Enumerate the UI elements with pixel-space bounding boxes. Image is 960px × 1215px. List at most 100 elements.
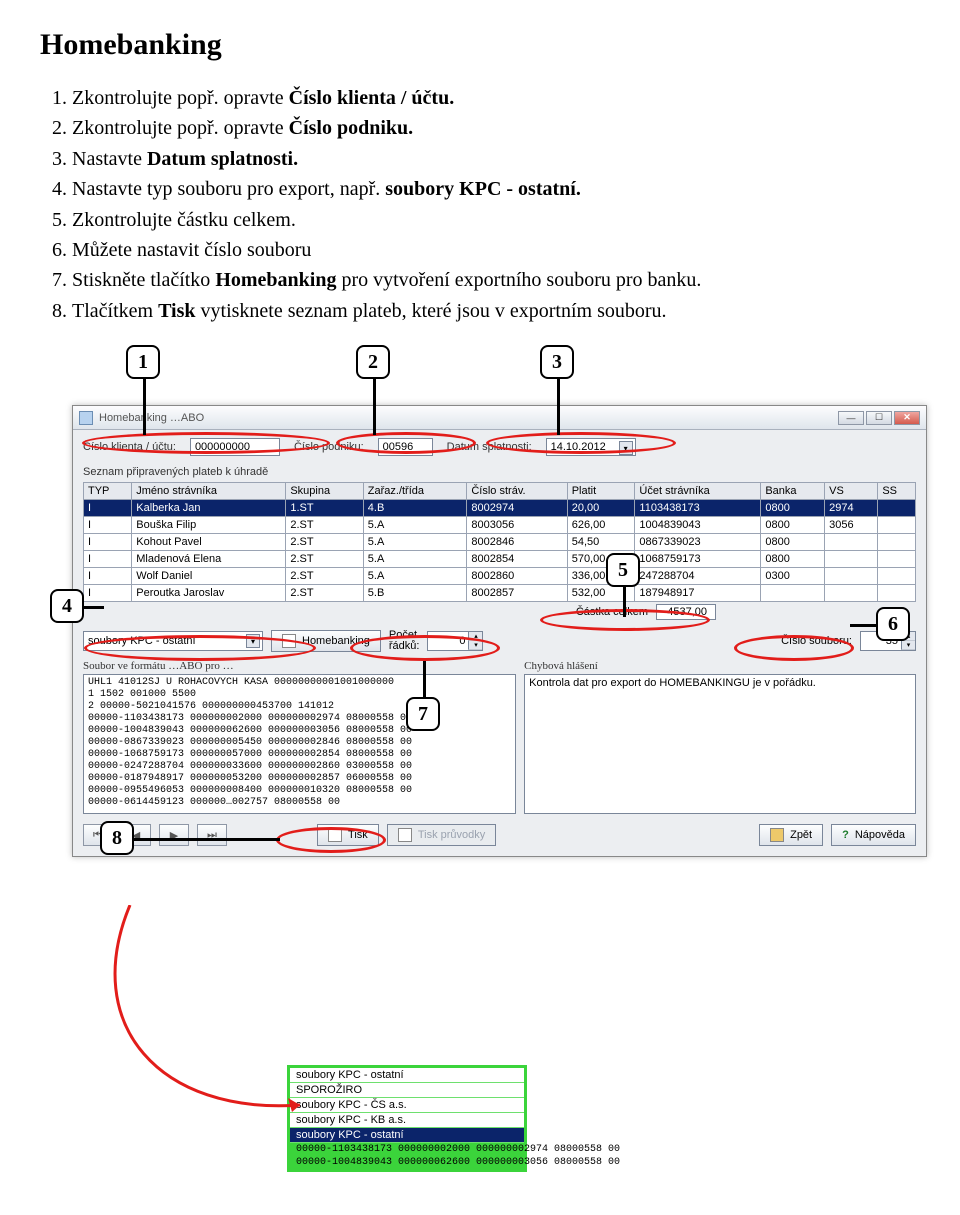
chevron-down-icon[interactable]: ▾ [619,441,633,455]
dropdown-option[interactable]: soubory KPC - KB a.s. [290,1113,524,1128]
due-date-picker[interactable]: 14.10.2012 ▾ [546,438,636,456]
col-header[interactable]: TYP [84,483,132,500]
close-button[interactable]: ✕ [894,411,920,425]
min-button[interactable]: — [838,411,864,425]
zpet-button[interactable]: Zpět [759,824,823,846]
cell: 4.B [363,500,467,517]
step-2: Zkontrolujte popř. opravte Číslo podniku… [72,114,920,142]
step-1: Zkontrolujte popř. opravte Číslo klienta… [72,84,920,112]
dropdown-option[interactable]: soubory KPC - ostatní [290,1068,524,1083]
abo-output-pane[interactable]: UHL1 41012SJ U ROHACOVYCH KASA 000000000… [83,674,516,814]
table-row[interactable]: IWolf Daniel2.ST5.A8002860336,0024728870… [84,568,916,585]
help-icon: ? [842,829,849,841]
calendar-icon [282,634,296,648]
col-header[interactable]: Zařaz./třída [363,483,467,500]
max-button[interactable]: ☐ [866,411,892,425]
cell [825,585,878,602]
spin-up-icon[interactable]: ▴ [468,632,482,641]
col-header[interactable]: Skupina [286,483,363,500]
cell [878,500,916,517]
cell: 5.A [363,568,467,585]
tisk-button[interactable]: Tisk [317,824,379,846]
titlebar[interactable]: Homebanking …ABO — ☐ ✕ [73,406,926,430]
callout-1-line [143,379,146,435]
fileno-label: Číslo souboru: [781,635,852,647]
cell: 20,00 [567,500,635,517]
cell [878,551,916,568]
cell: 8002860 [467,568,567,585]
step-4: Nastavte typ souboru pro export, např. s… [72,175,920,203]
cell: I [84,534,132,551]
chevron-down-icon[interactable]: ▾ [246,634,260,648]
cell: 3056 [825,517,878,534]
step-7: Stiskněte tlačítko Homebanking pro vytvo… [72,266,920,294]
table-row[interactable]: IKalberka Jan1.ST4.B800297420,0011034381… [84,500,916,517]
cell: 5.A [363,551,467,568]
export-type-dropdown-popup[interactable]: soubory KPC - ostatníSPOROŽIROsoubory KP… [287,1065,527,1172]
col-header[interactable]: Banka [761,483,825,500]
cell: 1.ST [286,500,363,517]
step-8: Tlačítkem Tisk vytisknete seznam plateb,… [72,297,920,325]
rows-spinner[interactable]: ▴▾ [427,631,483,651]
export-type-combo[interactable]: soubory KPC - ostatní ▾ [83,631,263,651]
export-type-value: soubory KPC - ostatní [88,635,196,647]
cell: 5.A [363,517,467,534]
cell: 0800 [761,551,825,568]
app-icon [79,411,93,425]
dropdown-option[interactable]: soubory KPC - ČS a.s. [290,1098,524,1113]
rows-value[interactable] [428,632,468,650]
col-header[interactable]: SS [878,483,916,500]
callout-4: 4 [50,589,84,623]
nav-next-button[interactable]: ▶ [159,824,189,846]
cell: 5.A [363,534,467,551]
cell: 1103438173 [635,500,761,517]
step-6: Můžete nastavit číslo souboru [72,236,920,264]
total-label: Částka celkem [576,606,648,618]
dropdown-option[interactable]: soubory KPC - ostatní [290,1128,524,1143]
cell: 2.ST [286,568,363,585]
cell: 8002854 [467,551,567,568]
cell: I [84,517,132,534]
table-row[interactable]: IKohout Pavel2.ST5.A800284654,5008673390… [84,534,916,551]
tisk-pruvodky-button: Tisk průvodky [387,824,496,846]
popup-tail-1: 00000-1103438173 000000002000 0000000029… [290,1143,524,1156]
callout-7: 7 [406,697,440,731]
dropdown-option[interactable]: SPOROŽIRO [290,1083,524,1098]
cell: Kohout Pavel [132,534,286,551]
client-input[interactable] [190,438,280,456]
due-label: Datum splatnosti: [447,441,532,453]
col-header[interactable]: VS [825,483,878,500]
cell: 2.ST [286,534,363,551]
col-header[interactable]: Jméno strávníka [132,483,286,500]
table-row[interactable]: IBouška Filip2.ST5.A8003056626,001004839… [84,517,916,534]
callout-5-line [623,587,626,617]
homebanking-label: Homebanking [302,635,370,647]
payments-table[interactable]: TYPJméno strávníkaSkupinaZařaz./třídaČís… [83,482,916,602]
cell: I [84,551,132,568]
cell: 2.ST [286,517,363,534]
help-button[interactable]: ? Nápověda [831,824,916,846]
errors-pane[interactable]: Kontrola dat pro export do HOMEBANKINGU … [524,674,916,814]
table-row[interactable]: IMladenová Elena2.ST5.A8002854570,001068… [84,551,916,568]
cell [878,517,916,534]
company-input[interactable] [378,438,433,456]
table-row[interactable]: IPeroutka Jaroslav2.ST5.B8002857532,0018… [84,585,916,602]
cell [825,534,878,551]
cell [825,551,878,568]
cell: Kalberka Jan [132,500,286,517]
total-value: 4537,00 [656,604,716,620]
homebanking-button[interactable]: Homebanking [271,630,381,652]
col-header[interactable]: Platit [567,483,635,500]
col-header[interactable]: Účet strávníka [635,483,761,500]
app-window: Homebanking …ABO — ☐ ✕ Číslo klienta / ú… [72,405,927,857]
spin-down-icon[interactable]: ▾ [901,641,915,650]
callout-1: 1 [126,345,160,379]
callout-3: 3 [540,345,574,379]
step-5: Zkontrolujte částku celkem. [72,206,920,234]
cell: 1068759173 [635,551,761,568]
nav-last-button[interactable]: ⏭ [197,824,227,846]
right-pane-title: Chybová hlášení [524,660,916,672]
col-header[interactable]: Číslo stráv. [467,483,567,500]
spin-down-icon[interactable]: ▾ [468,641,482,650]
callout-2: 2 [356,345,390,379]
